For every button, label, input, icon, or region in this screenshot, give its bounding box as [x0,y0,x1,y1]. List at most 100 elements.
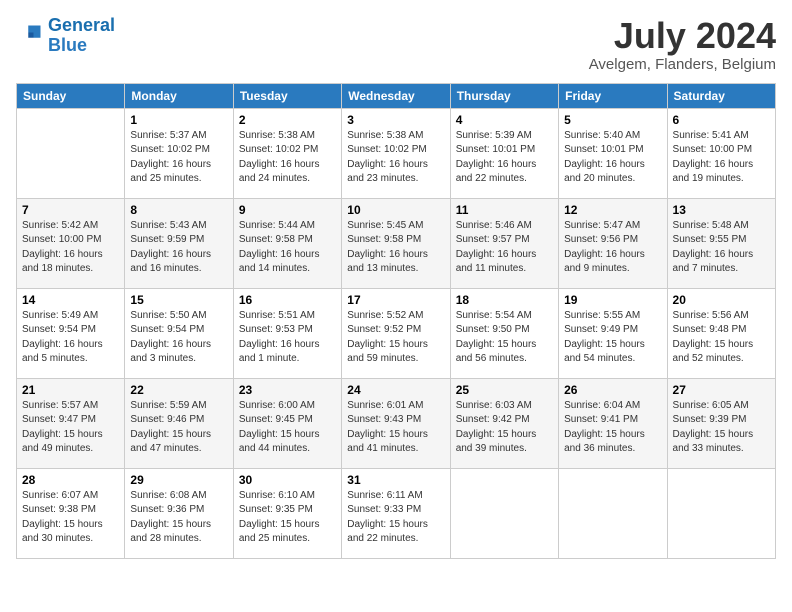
calendar-cell: 4Sunrise: 5:39 AM Sunset: 10:01 PM Dayli… [450,108,558,198]
day-number: 13 [673,203,770,217]
calendar-body: 1 Sunrise: 5:37 AM Sunset: 10:02 PM Dayli… [17,108,776,558]
day-number: 1 [130,113,227,127]
day-number: 9 [239,203,336,217]
day-detail: Sunrise: 5:51 AM Sunset: 9:53 PM Dayligh… [239,309,336,367]
day-number: 18 [456,293,553,307]
day-detail: Sunrise: 5:44 AM Sunset: 9:58 PM Dayligh… [239,219,336,277]
logo-icon [16,22,44,50]
day-detail: Sunrise: 6:08 AM Sunset: 9:36 PM Dayligh… [130,489,227,547]
weekday-header-cell: Friday [559,83,667,108]
calendar-cell: 29 Sunrise: 6:08 AM Sunset: 9:36 PM Dayli… [125,468,233,558]
day-detail: Sunrise: 6:04 AM Sunset: 9:41 PM Dayligh… [564,399,661,457]
day-number: 17 [347,293,444,307]
day-detail: Sunrise: 5:37 AM Sunset: 10:02 PM Daylig… [130,129,227,187]
day-detail: Sunrise: 6:01 AM Sunset: 9:43 PM Dayligh… [347,399,444,457]
calendar-cell: 30 Sunrise: 6:10 AM Sunset: 9:35 PM Dayli… [233,468,341,558]
day-number: 6 [673,113,770,127]
day-detail: Sunrise: 5:47 AM Sunset: 9:56 PM Dayligh… [564,219,661,277]
day-detail: Sunrise: 5:39 AM Sunset: 10:01 PM Daylig… [456,129,553,187]
day-detail: Sunrise: 5:55 AM Sunset: 9:49 PM Dayligh… [564,309,661,367]
day-number: 20 [673,293,770,307]
calendar-week-row: 14 Sunrise: 5:49 AM Sunset: 9:54 PM Dayli… [17,288,776,378]
calendar-week-row: 7 Sunrise: 5:42 AM Sunset: 10:00 PM Dayli… [17,198,776,288]
day-number: 29 [130,473,227,487]
calendar-cell: 19 Sunrise: 5:55 AM Sunset: 9:49 PM Dayli… [559,288,667,378]
day-number: 2 [239,113,336,127]
calendar-cell: 12 Sunrise: 5:47 AM Sunset: 9:56 PM Dayli… [559,198,667,288]
day-detail: Sunrise: 5:59 AM Sunset: 9:46 PM Dayligh… [130,399,227,457]
day-detail: Sunrise: 5:48 AM Sunset: 9:55 PM Dayligh… [673,219,770,277]
calendar-cell: 1 Sunrise: 5:37 AM Sunset: 10:02 PM Dayli… [125,108,233,198]
calendar-week-row: 21Sunrise: 5:57 AM Sunset: 9:47 PM Dayli… [17,378,776,468]
day-number: 22 [130,383,227,397]
calendar-cell: 24 Sunrise: 6:01 AM Sunset: 9:43 PM Dayli… [342,378,450,468]
calendar-cell: 3Sunrise: 5:38 AM Sunset: 10:02 PM Dayli… [342,108,450,198]
day-number: 19 [564,293,661,307]
calendar-cell: 11Sunrise: 5:46 AM Sunset: 9:57 PM Dayli… [450,198,558,288]
calendar-cell: 28Sunrise: 6:07 AM Sunset: 9:38 PM Dayli… [17,468,125,558]
day-number: 30 [239,473,336,487]
day-detail: Sunrise: 5:52 AM Sunset: 9:52 PM Dayligh… [347,309,444,367]
calendar-cell: 21Sunrise: 5:57 AM Sunset: 9:47 PM Dayli… [17,378,125,468]
calendar-cell: 23 Sunrise: 6:00 AM Sunset: 9:45 PM Dayli… [233,378,341,468]
weekday-header-cell: Monday [125,83,233,108]
calendar-cell [450,468,558,558]
calendar-cell: 20Sunrise: 5:56 AM Sunset: 9:48 PM Dayli… [667,288,775,378]
calendar-cell: 6Sunrise: 5:41 AM Sunset: 10:00 PM Dayli… [667,108,775,198]
calendar-cell [559,468,667,558]
day-detail: Sunrise: 6:03 AM Sunset: 9:42 PM Dayligh… [456,399,553,457]
day-number: 23 [239,383,336,397]
calendar-table: SundayMondayTuesdayWednesdayThursdayFrid… [16,83,776,559]
calendar-cell: 15Sunrise: 5:50 AM Sunset: 9:54 PM Dayli… [125,288,233,378]
day-number: 3 [347,113,444,127]
location-title: Avelgem, Flanders, Belgium [589,56,776,73]
day-number: 25 [456,383,553,397]
day-number: 27 [673,383,770,397]
day-detail: Sunrise: 6:11 AM Sunset: 9:33 PM Dayligh… [347,489,444,547]
weekday-header-cell: Tuesday [233,83,341,108]
calendar-cell: 13 Sunrise: 5:48 AM Sunset: 9:55 PM Dayli… [667,198,775,288]
calendar-cell: 16 Sunrise: 5:51 AM Sunset: 9:53 PM Dayli… [233,288,341,378]
calendar-cell [667,468,775,558]
day-detail: Sunrise: 5:49 AM Sunset: 9:54 PM Dayligh… [22,309,119,367]
day-number: 16 [239,293,336,307]
calendar-week-row: 28Sunrise: 6:07 AM Sunset: 9:38 PM Dayli… [17,468,776,558]
weekday-header-row: SundayMondayTuesdayWednesdayThursdayFrid… [17,83,776,108]
logo-text: General Blue [48,16,115,56]
day-number: 14 [22,293,119,307]
day-detail: Sunrise: 6:05 AM Sunset: 9:39 PM Dayligh… [673,399,770,457]
day-number: 31 [347,473,444,487]
weekday-header-cell: Saturday [667,83,775,108]
calendar-cell: 18 Sunrise: 5:54 AM Sunset: 9:50 PM Dayli… [450,288,558,378]
day-number: 11 [456,203,553,217]
calendar-cell: 2Sunrise: 5:38 AM Sunset: 10:02 PM Dayli… [233,108,341,198]
calendar-cell: 17 Sunrise: 5:52 AM Sunset: 9:52 PM Dayli… [342,288,450,378]
day-detail: Sunrise: 5:42 AM Sunset: 10:00 PM Daylig… [22,219,119,277]
day-detail: Sunrise: 5:45 AM Sunset: 9:58 PM Dayligh… [347,219,444,277]
day-number: 21 [22,383,119,397]
day-number: 7 [22,203,119,217]
month-title: July 2024 [589,16,776,56]
calendar-cell: 26 Sunrise: 6:04 AM Sunset: 9:41 PM Dayli… [559,378,667,468]
day-detail: Sunrise: 5:54 AM Sunset: 9:50 PM Dayligh… [456,309,553,367]
calendar-cell: 27 Sunrise: 6:05 AM Sunset: 9:39 PM Dayli… [667,378,775,468]
calendar-cell: 7 Sunrise: 5:42 AM Sunset: 10:00 PM Dayli… [17,198,125,288]
calendar-cell: 31 Sunrise: 6:11 AM Sunset: 9:33 PM Dayli… [342,468,450,558]
day-number: 28 [22,473,119,487]
page-header: General Blue July 2024 Avelgem, Flanders… [16,16,776,73]
day-number: 12 [564,203,661,217]
title-block: July 2024 Avelgem, Flanders, Belgium [589,16,776,73]
weekday-header-cell: Thursday [450,83,558,108]
calendar-cell: 10 Sunrise: 5:45 AM Sunset: 9:58 PM Dayli… [342,198,450,288]
day-detail: Sunrise: 6:00 AM Sunset: 9:45 PM Dayligh… [239,399,336,457]
logo: General Blue [16,16,115,56]
calendar-cell: 5Sunrise: 5:40 AM Sunset: 10:01 PM Dayli… [559,108,667,198]
day-number: 5 [564,113,661,127]
calendar-cell: 25 Sunrise: 6:03 AM Sunset: 9:42 PM Dayli… [450,378,558,468]
day-number: 26 [564,383,661,397]
day-number: 10 [347,203,444,217]
calendar-cell: 9 Sunrise: 5:44 AM Sunset: 9:58 PM Daylig… [233,198,341,288]
calendar-week-row: 1 Sunrise: 5:37 AM Sunset: 10:02 PM Dayli… [17,108,776,198]
day-number: 24 [347,383,444,397]
day-detail: Sunrise: 6:10 AM Sunset: 9:35 PM Dayligh… [239,489,336,547]
